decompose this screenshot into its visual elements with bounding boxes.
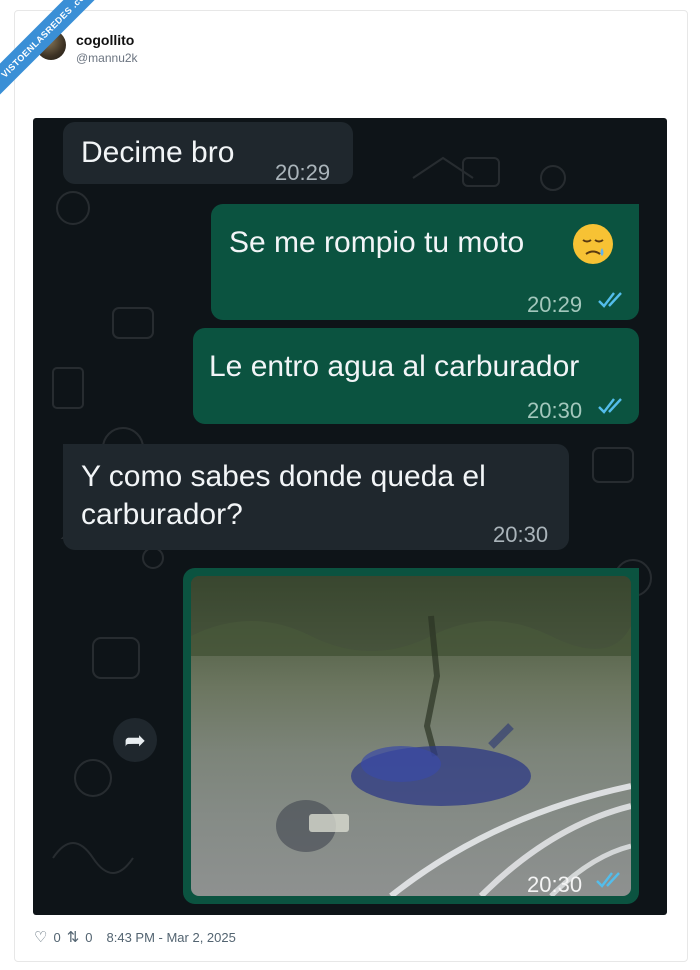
retweet-count: 0 — [85, 929, 93, 945]
message-outgoing-1[interactable]: Se me rompio tu moto 20:29 — [211, 204, 639, 320]
message-outgoing-2[interactable]: Le entro agua al carburador 20:30 — [193, 328, 639, 424]
motorcycle-underwater-photo[interactable] — [191, 576, 631, 896]
message-outgoing-image[interactable]: 20:30 — [183, 568, 639, 904]
read-receipt-icon — [598, 398, 622, 414]
post-footer: ♡ 0 ⇅ 0 8:43 PM - Mar 2, 2025 — [34, 928, 236, 946]
message-text: Se me rompio tu moto — [229, 226, 525, 259]
message-text: Decime bro — [81, 136, 235, 169]
read-receipt-icon — [596, 872, 620, 888]
forward-arrow-icon[interactable]: ➦ — [113, 718, 157, 762]
retweet-icon[interactable]: ⇅ — [67, 928, 80, 946]
message-text: Le entro agua al carburador — [209, 350, 580, 383]
author-display-name[interactable]: cogollito — [76, 32, 134, 48]
photo-drawing — [191, 576, 631, 896]
message-time: 20:30 — [527, 872, 583, 897]
like-count: 0 — [53, 929, 61, 945]
message-time: 20:29 — [527, 292, 583, 317]
chat-screenshot: Decime bro 20:29 Se me rompio tu moto 20… — [33, 118, 667, 915]
message-time: 20:29 — [275, 160, 331, 185]
message-incoming-2[interactable]: Y como sabes donde queda el carburador? … — [63, 444, 569, 550]
message-incoming-1[interactable]: Decime bro 20:29 — [63, 122, 353, 185]
message-time: 20:30 — [527, 398, 583, 423]
post-timestamp[interactable]: 8:43 PM - Mar 2, 2025 — [107, 930, 236, 945]
message-time: 20:30 — [493, 522, 549, 547]
message-text: Y como sabes donde queda el carburador? — [81, 460, 486, 531]
sad-sweat-face-emoji-icon — [573, 224, 613, 264]
like-icon[interactable]: ♡ — [34, 928, 47, 946]
author-handle[interactable]: @mannu2k — [76, 51, 138, 65]
read-receipt-icon — [598, 292, 622, 308]
